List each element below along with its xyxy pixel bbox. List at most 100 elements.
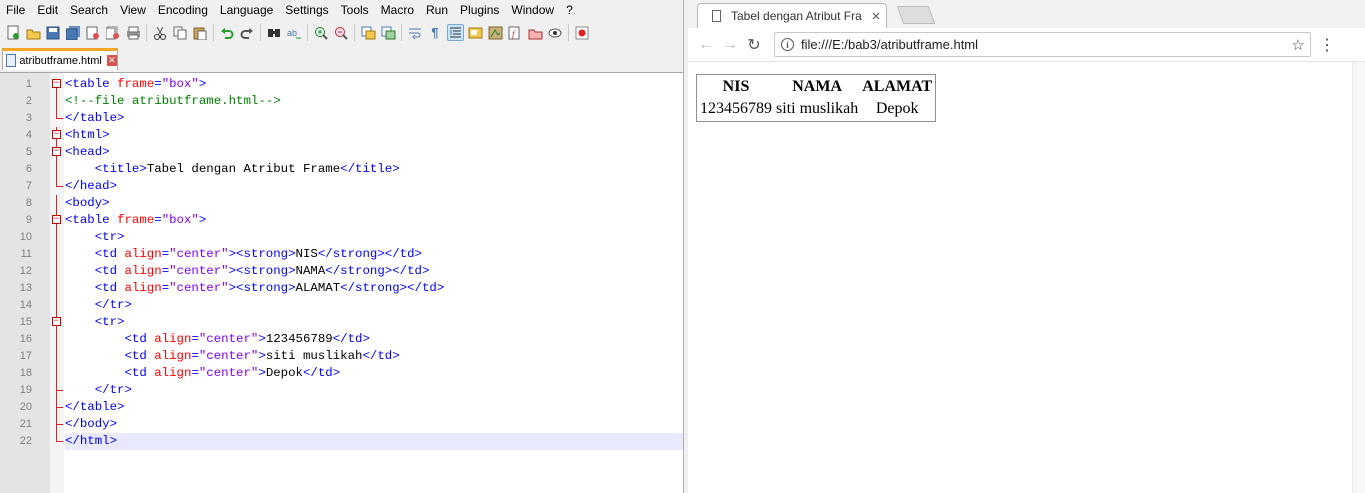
menu-view[interactable]: View [114,0,152,21]
replace-icon[interactable]: ab [286,24,303,41]
zoom-in-icon[interactable] [313,24,330,41]
fold-toggle-icon[interactable]: − [52,130,61,139]
menu-help[interactable]: ? [560,0,579,21]
code-line[interactable]: 3 </table> [26,110,683,127]
new-tab-button[interactable] [896,6,936,24]
code-line[interactable]: 16 <td align="center">123456789</td> [20,331,683,348]
cut-icon[interactable] [152,24,169,41]
code-editor[interactable]: 1− <table frame="box"> 2 <!--file atributfr… [0,72,683,493]
url-text[interactable]: file:///E:/bab3/atributframe.html [801,37,1286,52]
code-token: NIS [295,247,318,261]
menu-encoding[interactable]: Encoding [152,0,214,21]
line-number: 5 [25,146,32,158]
macro-record-icon[interactable] [574,24,591,41]
browser-tab[interactable]: Tabel dengan Atribut Fra × [697,3,887,28]
fold-toggle-icon[interactable]: − [52,79,61,88]
save-all-icon[interactable] [65,24,82,41]
user-defined-language-icon[interactable] [467,24,484,41]
code-token: </html> [65,434,118,448]
menu-file[interactable]: File [0,0,31,21]
close-tab-icon[interactable]: × [866,8,886,25]
code-line[interactable]: 5 − <head> [26,144,683,161]
folder-as-workspace-icon[interactable] [527,24,544,41]
fold-toggle-icon[interactable]: − [52,147,61,156]
fold-toggle-icon[interactable]: − [52,317,61,326]
fold-toggle-icon[interactable]: − [52,215,61,224]
fold-end-marker [56,416,63,425]
address-bar[interactable]: i file:///E:/bab3/atributframe.html ☆ [774,32,1311,57]
function-list-icon[interactable]: f [507,24,524,41]
code-line[interactable]: 11 <td align="center"><strong>NIS</stron… [21,246,683,263]
code-line[interactable]: 10 <tr> [20,229,683,246]
line-number: 21 [19,418,32,430]
show-all-characters-icon[interactable]: ¶ [427,24,444,41]
code-line[interactable]: 1 − <table frame="box"> [26,76,683,93]
menu-settings[interactable]: Settings [279,0,334,21]
code-token: <tr> [94,315,125,329]
undo-icon[interactable] [219,24,236,41]
code-line[interactable]: 4 − <html> [26,127,683,144]
code-line[interactable]: 6 <title>Tabel dengan Atribut Frame</tit… [26,161,683,178]
find-icon[interactable] [266,24,283,41]
code-token: = [191,332,199,346]
menu-tools[interactable]: Tools [335,0,375,21]
open-file-icon[interactable] [25,24,42,41]
forward-arrow-icon[interactable]: → [718,36,742,54]
redo-icon[interactable] [239,24,256,41]
vertical-scrollbar[interactable] [1352,62,1365,493]
fold-end-marker [56,382,63,391]
back-arrow-icon[interactable]: ← [694,36,718,54]
document-map-icon[interactable] [487,24,504,41]
menu-edit[interactable]: Edit [31,0,64,21]
zoom-out-icon[interactable] [333,24,350,41]
code-line[interactable]: 18 <td align="center">Depok</td> [20,365,683,382]
menu-macro[interactable]: Macro [375,0,420,21]
indent-guide-icon[interactable] [446,24,464,41]
kebab-menu-icon[interactable]: ⋮ [1317,35,1337,55]
menu-search[interactable]: Search [64,0,114,21]
chrome-browser-window: Tabel dengan Atribut Fra × ← → ↻ i file:… [688,0,1365,493]
close-file-icon[interactable] [85,24,102,41]
code-area[interactable]: 1− <table frame="box"> 2 <!--file atributfr… [20,76,683,450]
reload-icon[interactable]: ↻ [742,35,766,55]
code-line[interactable]: 9 − <table frame="box"> [26,212,683,229]
code-line[interactable]: 14 </tr> [20,297,683,314]
word-wrap-icon[interactable] [407,24,424,41]
copy-icon[interactable] [172,24,189,41]
new-file-icon[interactable] [5,24,22,41]
tab-atributframe[interactable]: atributframe.html ✕ [2,48,118,70]
code-token: <body> [65,196,110,210]
close-all-icon[interactable] [105,24,122,41]
code-line[interactable]: 2 <!--file atributframe.html--> [26,93,683,110]
menu-plugins[interactable]: Plugins [454,0,505,21]
code-token: <td [124,332,155,346]
code-line[interactable]: 19 </tr> [20,382,683,399]
menu-run[interactable]: Run [420,0,454,21]
code-line[interactable]: 7 </head> [26,178,683,195]
save-icon[interactable] [45,24,62,41]
code-token: </strong></td> [325,264,430,278]
code-token: > [258,349,266,363]
code-line[interactable]: 12 <td align="center"><strong>NAMA</stro… [20,263,683,280]
menu-window[interactable]: Window [505,0,560,21]
print-icon[interactable] [125,24,142,41]
code-line[interactable]: 8 <body> [26,195,683,212]
paste-icon[interactable] [192,24,209,41]
info-icon[interactable]: i [781,38,794,51]
code-line[interactable]: 20 </table> [20,399,683,416]
fold-line [56,331,57,348]
code-line[interactable]: 15 − <tr> [20,314,683,331]
sync-horizontal-icon[interactable] [380,24,397,41]
sync-vertical-icon[interactable] [360,24,377,41]
close-icon[interactable]: ✕ [106,55,117,66]
code-line[interactable]: 22 </html> [20,433,683,450]
code-line[interactable]: 13 <td align="center"><strong>ALAMAT</st… [20,280,683,297]
monitoring-eye-icon[interactable] [547,24,564,41]
menu-language[interactable]: Language [214,0,279,21]
line-number: 12 [19,265,32,277]
code-line[interactable]: 21 </body> [20,416,683,433]
bookmark-star-icon[interactable]: ☆ [1286,36,1310,54]
code-line[interactable]: 17 <td align="center">siti muslikah</td> [20,348,683,365]
file-icon [6,54,17,67]
